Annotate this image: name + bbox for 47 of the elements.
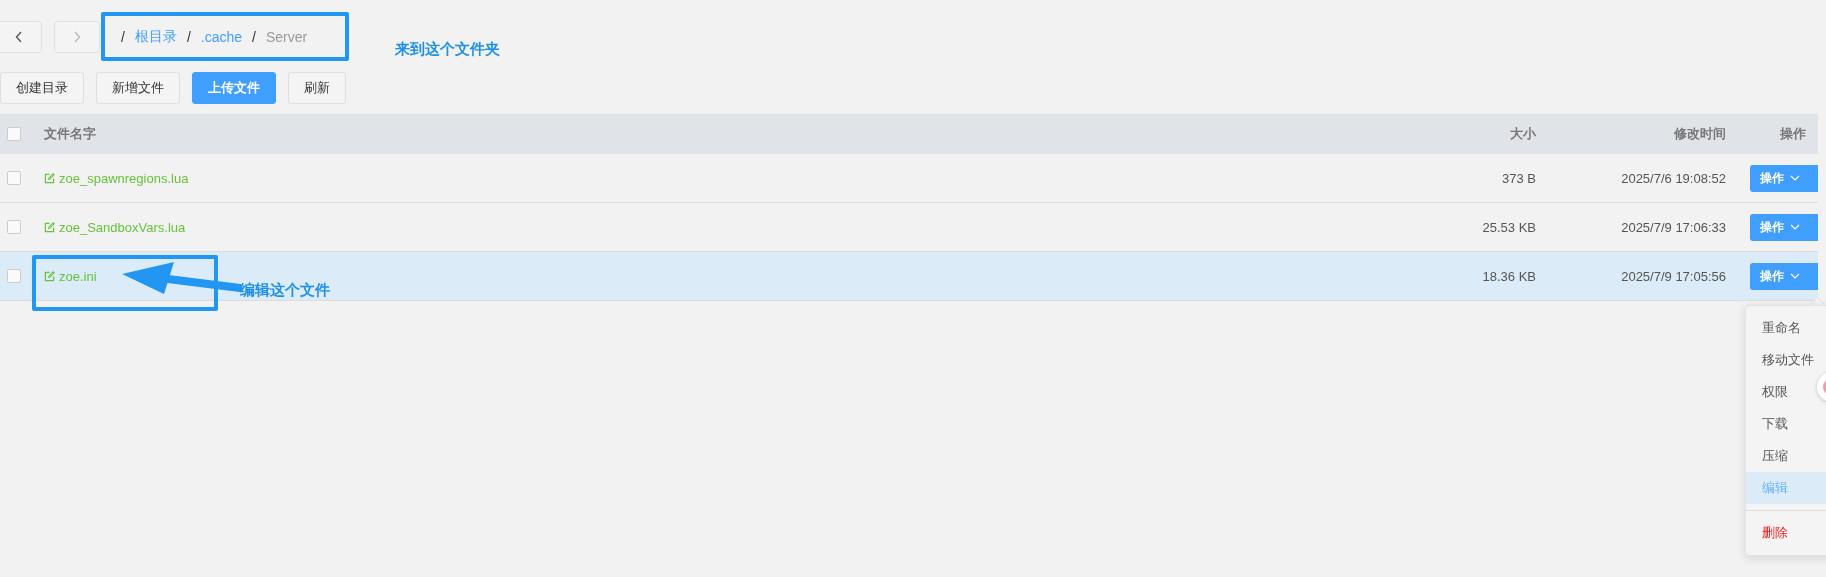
menu-item[interactable]: 重命名 xyxy=(1746,312,1826,344)
breadcrumb-separator: / xyxy=(186,29,191,45)
file-name-link[interactable]: zoe_SandboxVars.lua xyxy=(59,219,186,235)
back-button[interactable] xyxy=(0,21,42,53)
toolbar-button[interactable]: 新增文件 xyxy=(96,72,180,104)
row-checkbox[interactable] xyxy=(7,220,21,234)
chevron-down-icon xyxy=(1790,273,1800,279)
edit-icon xyxy=(44,221,55,233)
action-dropdown-button[interactable]: 操作 xyxy=(1750,213,1818,241)
file-size: 25.53 KB xyxy=(1482,219,1536,235)
toolbar-button[interactable]: 刷新 xyxy=(288,72,346,104)
chevron-down-icon xyxy=(1790,175,1800,181)
column-header: 操作 xyxy=(1780,125,1806,143)
breadcrumb-separator: / xyxy=(121,29,125,45)
file-name-link[interactable]: zoe_spawnregions.lua xyxy=(59,170,189,186)
row-checkbox[interactable] xyxy=(7,269,21,283)
breadcrumb-link[interactable]: 根目录 xyxy=(134,28,177,46)
column-header: 修改时间 xyxy=(1674,125,1726,143)
breadcrumb-link[interactable]: Server xyxy=(265,29,308,45)
toolbar-button[interactable]: 创建目录 xyxy=(0,72,84,104)
menu-item[interactable]: 删除 xyxy=(1746,517,1826,549)
action-dropdown-button[interactable]: 操作 xyxy=(1750,164,1818,192)
chevron-left-icon xyxy=(15,31,23,43)
forward-button[interactable] xyxy=(54,21,100,53)
modified-time: 2025/7/6 19:08:52 xyxy=(1621,170,1726,186)
row-checkbox[interactable] xyxy=(7,171,21,185)
action-dropdown-button[interactable]: 操作 xyxy=(1750,262,1818,290)
column-header: 大小 xyxy=(1510,125,1536,143)
menu-item[interactable]: 压缩 xyxy=(1746,440,1826,472)
breadcrumb-link[interactable]: .cache xyxy=(200,29,243,45)
menu-item[interactable]: 权限 xyxy=(1746,376,1826,408)
chevron-down-icon xyxy=(1790,224,1800,230)
chevron-right-icon xyxy=(73,31,81,43)
menu-item[interactable]: 移动文件 xyxy=(1746,344,1826,376)
modified-time: 2025/7/9 17:05:56 xyxy=(1621,268,1726,284)
column-header: 文件名字 xyxy=(44,125,96,143)
breadcrumb-separator: / xyxy=(252,29,256,45)
modified-time: 2025/7/9 17:06:33 xyxy=(1621,219,1726,235)
menu-item[interactable]: 下载 xyxy=(1746,408,1826,440)
annotation-text: 来到这个文件夹 xyxy=(395,40,500,59)
select-all-checkbox[interactable] xyxy=(7,127,21,141)
file-size: 18.36 KB xyxy=(1482,268,1536,284)
edit-icon xyxy=(44,270,55,282)
file-size: 373 B xyxy=(1502,170,1536,186)
edit-icon xyxy=(44,172,55,184)
toolbar-button[interactable]: 上传文件 xyxy=(192,72,276,104)
annotation-text: 编辑这个文件 xyxy=(240,281,330,300)
